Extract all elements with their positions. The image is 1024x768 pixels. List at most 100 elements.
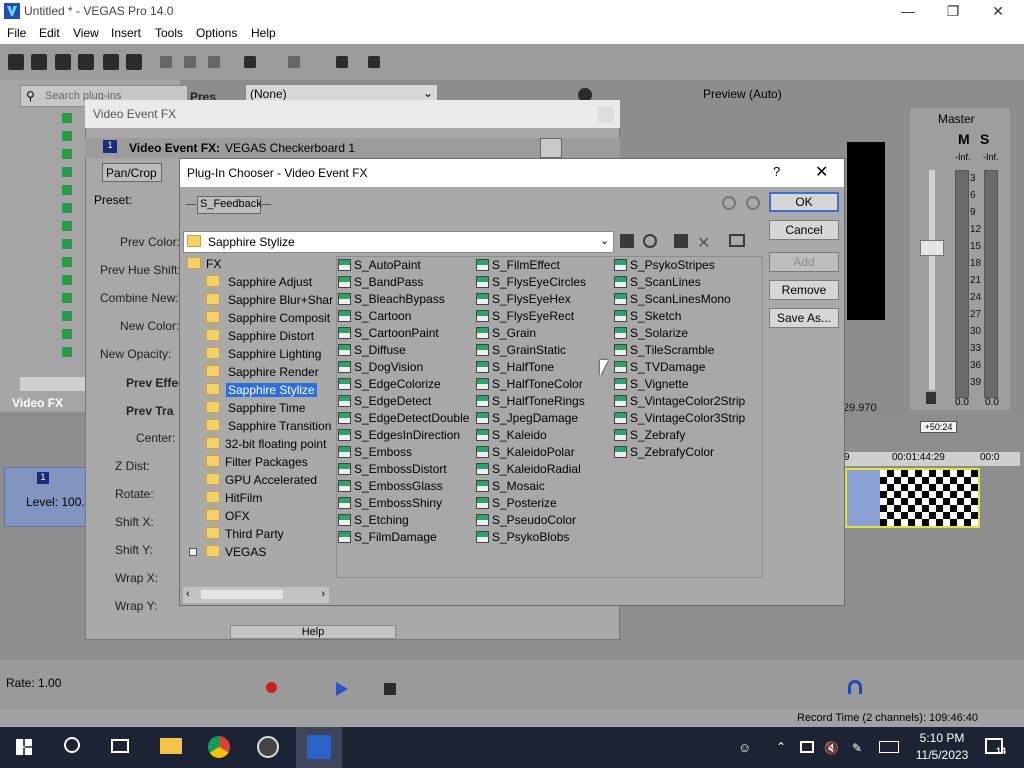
tab-video-fx[interactable]: Video FX (12, 396, 63, 410)
chain-item-s-feedback[interactable]: S_Feedback (197, 196, 262, 214)
menu-insert[interactable]: Insert (111, 26, 141, 40)
plugin-item-s-sketch[interactable]: S_Sketch (630, 309, 681, 323)
ok-button[interactable]: OK (769, 192, 839, 212)
close-button[interactable]: ✕ (975, 1, 1021, 21)
plugin-item-s-grainstatic[interactable]: S_GrainStatic (492, 343, 566, 357)
chain-move-left-icon[interactable] (722, 196, 736, 210)
folder-up-icon[interactable] (620, 234, 634, 248)
open-icon[interactable] (31, 54, 47, 70)
expand-icon[interactable] (189, 548, 197, 556)
record-icon[interactable] (266, 682, 277, 693)
play-icon[interactable] (336, 682, 348, 696)
plugin-item-s-embossglass[interactable]: S_EmbossGlass (354, 479, 443, 493)
tree-item-32-bit-floating-point[interactable]: 32-bit floating point (225, 437, 326, 451)
plugin-item-s-bandpass[interactable]: S_BandPass (354, 275, 423, 289)
network-icon[interactable] (800, 741, 814, 753)
plugin-item-s-embossdistort[interactable]: S_EmbossDistort (354, 462, 447, 476)
tree-item-sapphire-composite[interactable]: Sapphire Composit (228, 311, 330, 325)
task-view-icon[interactable] (111, 739, 129, 753)
master-solo-button[interactable]: S (980, 131, 989, 147)
menu-tools[interactable]: Tools (155, 26, 183, 40)
plugin-item-s-edgesindirection[interactable]: S_EdgesInDirection (354, 428, 460, 442)
tree-item-sapphire-lighting[interactable]: Sapphire Lighting (228, 347, 321, 361)
dialog-close-button[interactable]: ✕ (815, 162, 828, 182)
system-clock[interactable]: 5:10 PM 11/5/2023 (912, 730, 972, 764)
master-volume-fader[interactable] (920, 240, 944, 256)
plugin-item-s-bleachbypass[interactable]: S_BleachBypass (354, 292, 445, 306)
menu-options[interactable]: Options (196, 26, 237, 40)
preview-quality-select[interactable]: Preview (Auto) (703, 87, 782, 101)
plugin-item-s-pseudocolor[interactable]: S_PseudoColor (492, 513, 576, 527)
plugin-item-s-posterize[interactable]: S_Posterize (492, 496, 557, 510)
scroll-right-icon[interactable]: › (321, 588, 325, 600)
tree-item-sapphire-render[interactable]: Sapphire Render (228, 365, 319, 379)
menu-file[interactable]: File (7, 26, 26, 40)
plugin-item-s-jpegdamage[interactable]: S_JpegDamage (492, 411, 578, 425)
volume-muted-icon[interactable]: 🔇 (824, 741, 839, 755)
tree-item-filter-packages[interactable]: Filter Packages (225, 455, 308, 469)
plugin-item-s-zebrafy[interactable]: S_Zebrafy (630, 428, 685, 442)
plugin-item-s-filmdamage[interactable]: S_FilmDamage (354, 530, 437, 544)
plugin-item-s-kaleidopolar[interactable]: S_KaleidoPolar (492, 445, 575, 459)
lock-icon[interactable] (926, 392, 936, 404)
plugin-item-s-halftonecolor[interactable]: S_HalfToneColor (492, 377, 583, 391)
new-folder-icon[interactable] (674, 234, 688, 248)
plugin-item-s-halftonerings[interactable]: S_HalfToneRings (492, 394, 585, 408)
scroll-thumb[interactable] (201, 590, 283, 599)
tree-item-ofx[interactable]: OFX (225, 509, 250, 523)
people-icon[interactable]: ☺ (738, 740, 751, 755)
menu-edit[interactable]: Edit (39, 26, 60, 40)
chain-move-right-icon[interactable] (746, 196, 760, 210)
pan-crop-button[interactable]: Pan/Crop (102, 163, 162, 182)
plugin-item-s-edgedetectdouble[interactable]: S_EdgeDetectDouble (354, 411, 469, 425)
tree-item-hitfilm[interactable]: HitFilm (225, 491, 262, 505)
tree-item-sapphire-transition[interactable]: Sapphire Transition (228, 419, 331, 433)
plugin-item-s-edgedetect[interactable]: S_EdgeDetect (354, 394, 431, 408)
vegas-taskbar-icon[interactable] (307, 735, 331, 759)
menu-help[interactable]: Help (251, 26, 276, 40)
plugin-item-s-dogvision[interactable]: S_DogVision (354, 360, 423, 374)
media-player-icon[interactable] (257, 736, 279, 758)
plugin-item-s-scanlines[interactable]: S_ScanLines (630, 275, 701, 289)
plugin-item-s-kaleidoradial[interactable]: S_KaleidoRadial (492, 462, 581, 476)
mode-icon[interactable] (336, 56, 348, 68)
show-hidden-icons-icon[interactable]: ⌃ (776, 740, 786, 754)
plugin-item-s-flyseyehex[interactable]: S_FlysEyeHex (492, 292, 571, 306)
refresh-icon[interactable] (643, 234, 657, 248)
tree-horizontal-scrollbar[interactable]: ‹ › (183, 587, 329, 603)
plugin-item-s-psykostripes[interactable]: S_PsykoStripes (630, 258, 715, 272)
dialog-help-button[interactable]: ? (773, 164, 780, 179)
delete-icon[interactable]: ✕ (697, 233, 710, 253)
help-button[interactable]: Help (230, 625, 396, 639)
cut-icon[interactable] (160, 56, 172, 68)
plugin-item-s-mosaic[interactable]: S_Mosaic (492, 479, 545, 493)
time-marker[interactable]: +50:24 (920, 421, 957, 433)
copy-icon[interactable] (184, 56, 196, 68)
plugin-item-s-etching[interactable]: S_Etching (354, 513, 409, 527)
new-project-icon[interactable] (8, 54, 24, 70)
file-explorer-icon[interactable] (160, 738, 182, 754)
plugin-item-s-flyseyerect[interactable]: S_FlysEyeRect (492, 309, 574, 323)
scroll-left-icon[interactable]: ‹ (186, 588, 190, 600)
plugin-item-s-cartoonpaint[interactable]: S_CartoonPaint (354, 326, 439, 340)
plugin-item-s-kaleido[interactable]: S_Kaleido (492, 428, 547, 442)
plugin-item-s-embossshiny[interactable]: S_EmbossShiny (354, 496, 442, 510)
remove-button[interactable]: Remove (769, 280, 839, 300)
plugin-item-s-vintagecolor2strip[interactable]: S_VintageColor2Strip (630, 394, 745, 408)
tree-item-gpu-accelerated[interactable]: GPU Accelerated (225, 473, 317, 487)
properties-gear-icon[interactable] (126, 54, 142, 70)
plugin-item-s-emboss[interactable]: S_Emboss (354, 445, 412, 459)
plugin-item-s-scanlinesmono[interactable]: S_ScanLinesMono (630, 292, 731, 306)
video-event-fx-close-button[interactable] (598, 107, 614, 123)
save-icon[interactable] (55, 54, 71, 70)
view-mode-icon[interactable] (540, 138, 562, 158)
tree-item-sapphire-adjust[interactable]: Sapphire Adjust (228, 275, 312, 289)
plugin-item-s-tilescramble[interactable]: S_TileScramble (630, 343, 714, 357)
plugin-item-s-diffuse[interactable]: S_Diffuse (354, 343, 406, 357)
tree-item-sapphire-blur-sharpen[interactable]: Sapphire Blur+Shar (228, 293, 333, 307)
plugin-item-s-psykoblobs[interactable]: S_PsykoBlobs (492, 530, 569, 544)
plugin-item-s-flyseyecircles[interactable]: S_FlysEyeCircles (492, 275, 586, 289)
keyboard-icon[interactable] (879, 741, 899, 753)
tree-item-vegas[interactable]: VEGAS (225, 545, 266, 559)
tree-item-sapphire-distort[interactable]: Sapphire Distort (228, 329, 314, 343)
